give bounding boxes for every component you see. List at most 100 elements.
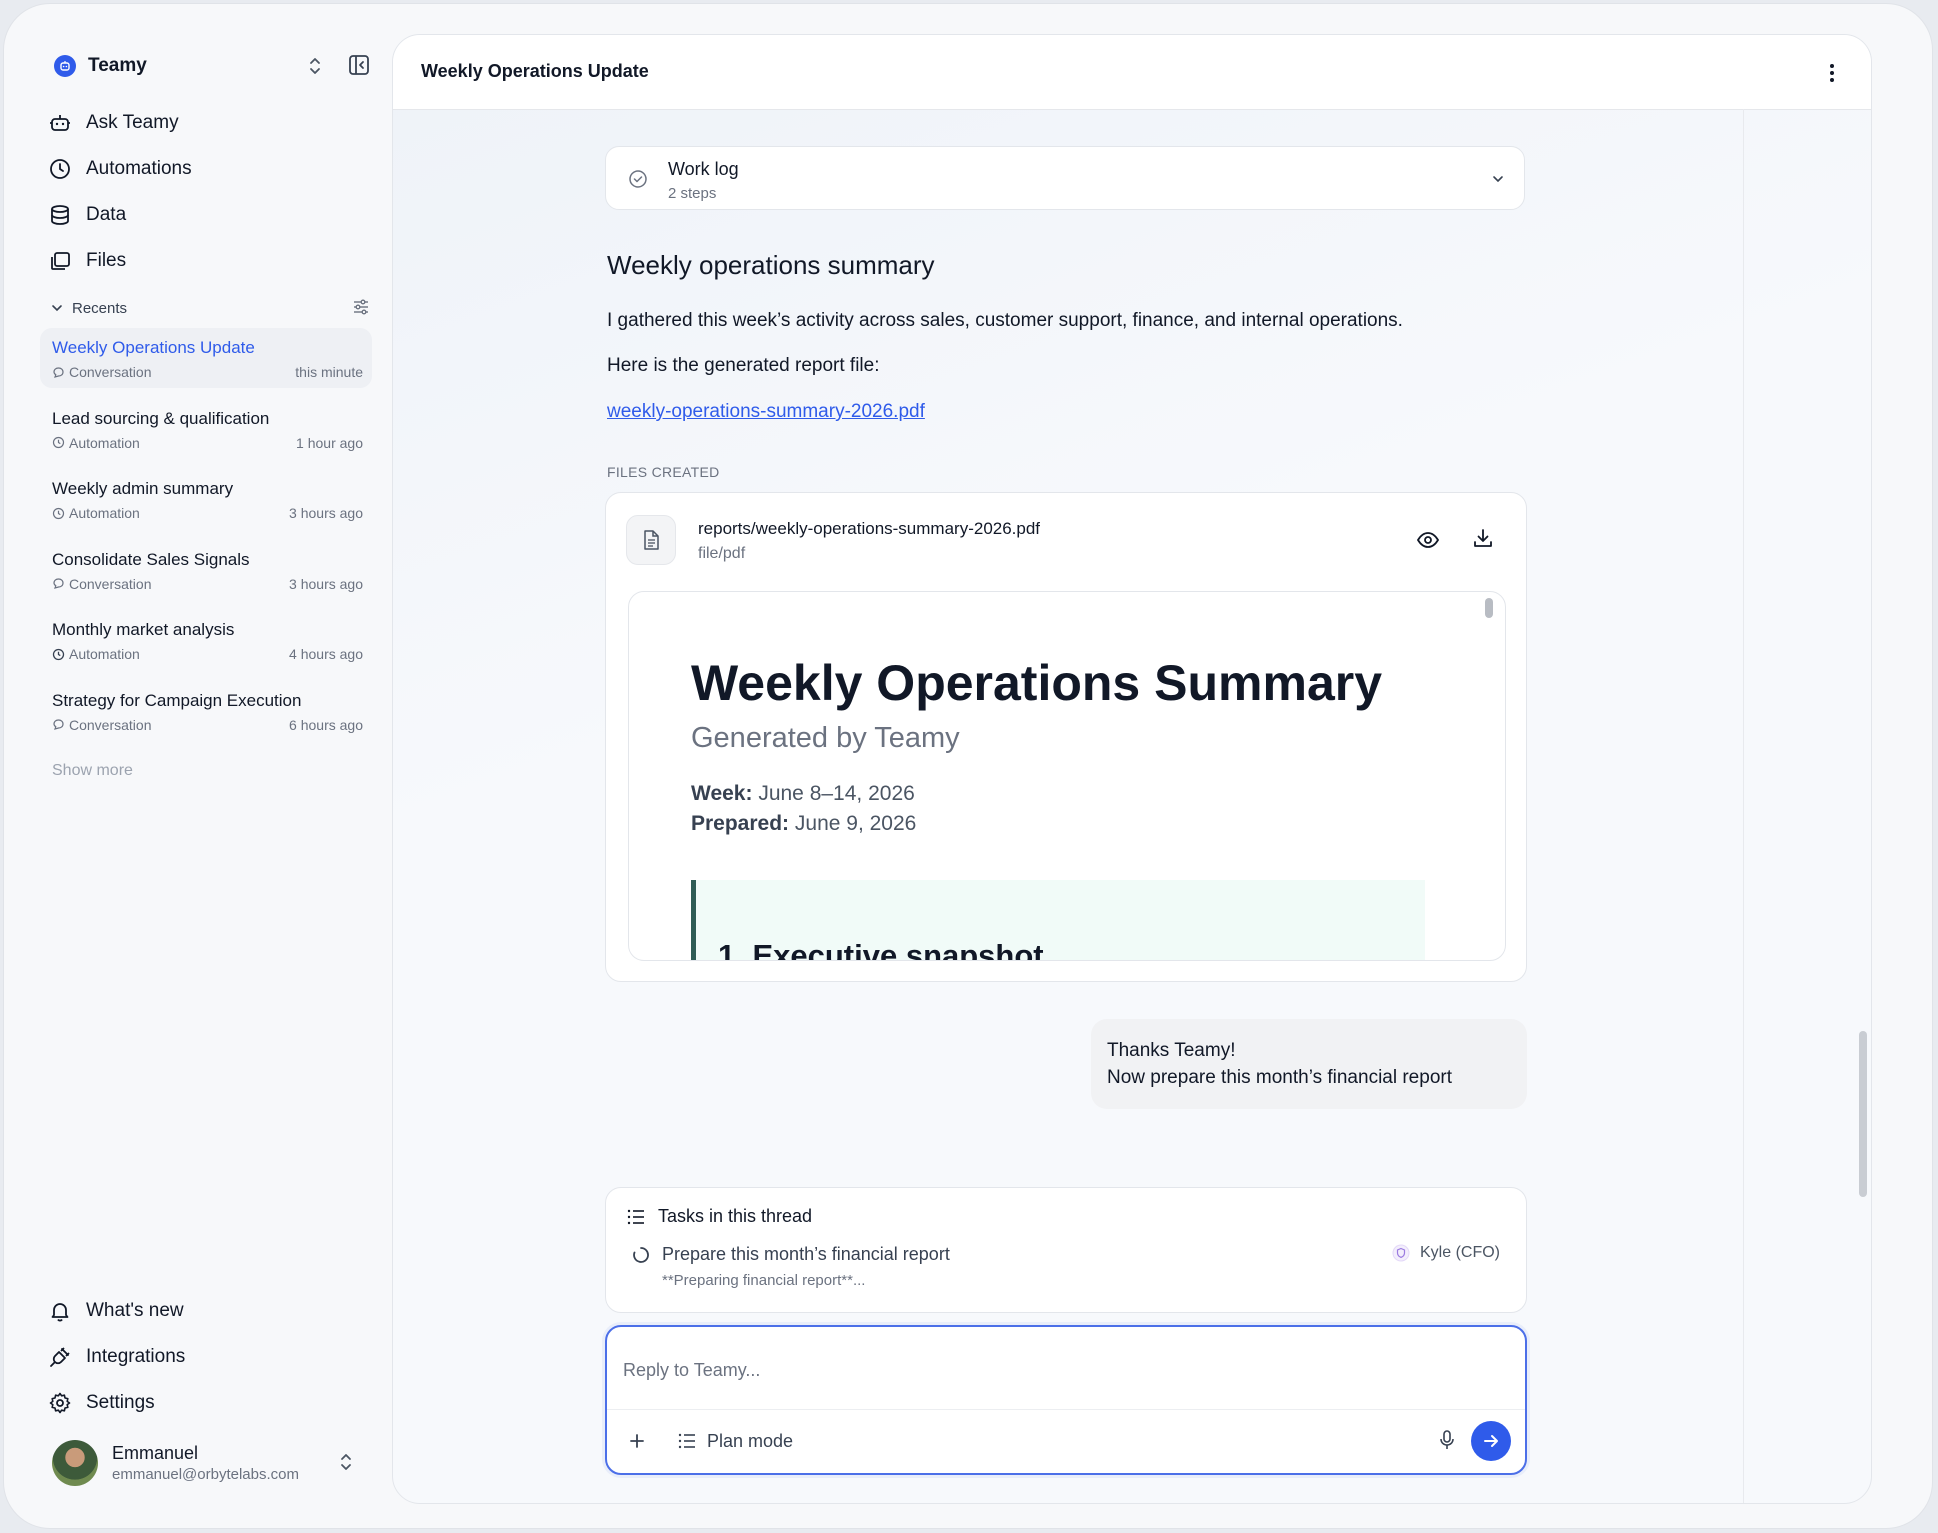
arrow-right-icon bbox=[1484, 1435, 1498, 1447]
file-card: reports/weekly-operations-summary-2026.p… bbox=[605, 492, 1527, 982]
user-name: Emmanuel bbox=[112, 1443, 199, 1463]
teamy-logo-icon bbox=[54, 55, 76, 77]
list-icon bbox=[678, 1433, 695, 1449]
collapse-sidebar-icon[interactable] bbox=[348, 54, 370, 76]
nav-label: Data bbox=[86, 204, 127, 225]
chevron-up-down-icon[interactable] bbox=[304, 54, 326, 78]
recents-list: Weekly Operations Update Conversation th… bbox=[40, 328, 372, 751]
nav-whats-new[interactable]: What's new bbox=[48, 1288, 368, 1334]
report-file-link[interactable]: weekly-operations-summary-2026.pdf bbox=[607, 401, 925, 423]
doc-section-title: 1. Executive snapshot bbox=[718, 938, 1044, 961]
recent-time: 4 hours ago bbox=[289, 646, 363, 662]
chevron-down-icon bbox=[1493, 176, 1503, 183]
recent-type: Automation bbox=[69, 505, 140, 521]
filter-sliders-icon[interactable] bbox=[352, 298, 370, 316]
doc-prepared-line: Prepared: June 9, 2026 bbox=[691, 812, 916, 836]
user-message-line: Now prepare this month’s financial repor… bbox=[1107, 1067, 1452, 1088]
send-button[interactable] bbox=[1471, 1421, 1511, 1461]
primary-nav: Ask Teamy Automations Data Files bbox=[48, 100, 368, 284]
pdf-preview[interactable]: Weekly Operations Summary Generated by T… bbox=[628, 591, 1506, 961]
work-log-accordion[interactable]: Work log 2 steps bbox=[605, 146, 1525, 210]
recent-item[interactable]: Monthly market analysis Automation 4 hou… bbox=[40, 610, 372, 670]
doc-section: 1. Executive snapshot bbox=[691, 880, 1425, 961]
message-paragraph: I gathered this week’s activity across s… bbox=[607, 310, 1403, 331]
nav-label: Automations bbox=[86, 158, 192, 179]
workspace-name: Teamy bbox=[88, 55, 147, 76]
doc-prepared-label: Prepared: bbox=[691, 812, 790, 835]
download-icon[interactable] bbox=[1472, 527, 1494, 549]
app-window: Teamy Ask Teamy Automations Data Files R… bbox=[4, 4, 1932, 1528]
sidebar: Teamy Ask Teamy Automations Data Files R… bbox=[4, 4, 389, 1528]
files-icon bbox=[51, 252, 70, 270]
doc-week-line: Week: June 8–14, 2026 bbox=[691, 782, 915, 806]
nav-label: Files bbox=[86, 250, 127, 271]
recent-type: Automation bbox=[69, 646, 140, 662]
document-icon bbox=[626, 515, 676, 565]
nav-integrations[interactable]: Integrations bbox=[48, 1334, 368, 1380]
recent-type: Automation bbox=[69, 434, 140, 451]
nav-label: What's new bbox=[86, 1300, 184, 1321]
recent-item[interactable]: Weekly Operations Update Conversation th… bbox=[40, 328, 372, 388]
chevron-down-icon bbox=[52, 305, 62, 312]
nav-files[interactable]: Files bbox=[48, 238, 368, 284]
workspace-switcher[interactable]: Teamy bbox=[54, 52, 147, 80]
recent-type: Conversation bbox=[69, 364, 152, 380]
chat-bubble-icon bbox=[53, 719, 64, 730]
tasks-panel: Tasks in this thread Prepare this month’… bbox=[605, 1187, 1527, 1313]
chevron-up-down-icon[interactable] bbox=[336, 1451, 356, 1473]
assignee-name: Kyle (CFO) bbox=[1420, 1244, 1500, 1261]
plan-mode-button[interactable]: Plan mode bbox=[677, 1427, 793, 1455]
list-icon bbox=[627, 1209, 644, 1224]
doc-subtitle: Generated by Teamy bbox=[691, 722, 960, 754]
doc-week-value: June 8–14, 2026 bbox=[758, 782, 915, 805]
task-status: **Preparing financial report**... bbox=[662, 1272, 866, 1289]
nav-ask-teamy[interactable]: Ask Teamy bbox=[48, 100, 368, 146]
recent-title: Lead sourcing & qualification bbox=[52, 408, 270, 428]
recents-header[interactable]: Recents bbox=[50, 296, 370, 320]
loading-spinner-icon bbox=[633, 1247, 649, 1263]
doc-week-label: Week: bbox=[691, 782, 753, 805]
task-title[interactable]: Prepare this month’s financial report bbox=[662, 1244, 950, 1265]
recent-item[interactable]: Lead sourcing & qualification Automation… bbox=[40, 399, 372, 459]
recent-title: Weekly Operations Update bbox=[52, 338, 255, 357]
gear-icon bbox=[49, 1392, 71, 1414]
show-more-link[interactable]: Show more bbox=[52, 762, 133, 780]
eye-icon[interactable] bbox=[1416, 529, 1440, 551]
nav-automations[interactable]: Automations bbox=[48, 146, 368, 192]
plug-icon bbox=[50, 1347, 70, 1367]
recent-item[interactable]: Weekly admin summary Automation 3 hours … bbox=[40, 469, 372, 529]
recent-title: Strategy for Campaign Execution bbox=[52, 690, 302, 710]
user-menu[interactable]: Emmanuel emmanuel@orbytelabs.com bbox=[52, 1438, 372, 1488]
bot-icon bbox=[50, 115, 70, 131]
agent-shield-icon bbox=[1392, 1244, 1410, 1262]
recent-item[interactable]: Consolidate Sales Signals Conversation 3… bbox=[40, 540, 372, 600]
clock-icon bbox=[52, 648, 65, 660]
nav-settings[interactable]: Settings bbox=[48, 1380, 368, 1426]
recent-title: Consolidate Sales Signals bbox=[52, 549, 250, 569]
microphone-icon[interactable] bbox=[1437, 1429, 1457, 1451]
work-log-steps: 2 steps bbox=[668, 185, 717, 202]
composer-divider bbox=[607, 1409, 1525, 1410]
reply-input[interactable] bbox=[621, 1339, 1505, 1401]
recent-type: Conversation bbox=[69, 575, 152, 592]
clock-icon bbox=[52, 436, 65, 449]
message-paragraph: Here is the generated report file: bbox=[607, 355, 880, 376]
recent-time: this minute bbox=[295, 364, 363, 380]
nav-data[interactable]: Data bbox=[48, 192, 368, 238]
recent-title: Weekly admin summary bbox=[52, 479, 234, 498]
recent-title: Monthly market analysis bbox=[52, 620, 235, 639]
user-email: emmanuel@orbytelabs.com bbox=[112, 1466, 299, 1483]
more-options-icon[interactable] bbox=[1829, 63, 1835, 83]
secondary-nav: What's new Integrations Settings bbox=[48, 1288, 368, 1426]
recent-item[interactable]: Strategy for Campaign Execution Conversa… bbox=[40, 681, 372, 741]
database-icon bbox=[51, 205, 69, 225]
plus-icon[interactable] bbox=[627, 1431, 647, 1451]
preview-scrollbar[interactable] bbox=[1485, 598, 1493, 618]
plan-mode-label: Plan mode bbox=[707, 1430, 794, 1451]
page-title: Weekly Operations Update bbox=[421, 61, 649, 81]
nav-label: Settings bbox=[86, 1392, 155, 1413]
tasks-header: Tasks in this thread bbox=[626, 1206, 812, 1227]
file-path: reports/weekly-operations-summary-2026.p… bbox=[698, 519, 1041, 538]
scrollbar-thumb[interactable] bbox=[1859, 1031, 1867, 1197]
task-assignee: Kyle (CFO) bbox=[1392, 1244, 1500, 1262]
